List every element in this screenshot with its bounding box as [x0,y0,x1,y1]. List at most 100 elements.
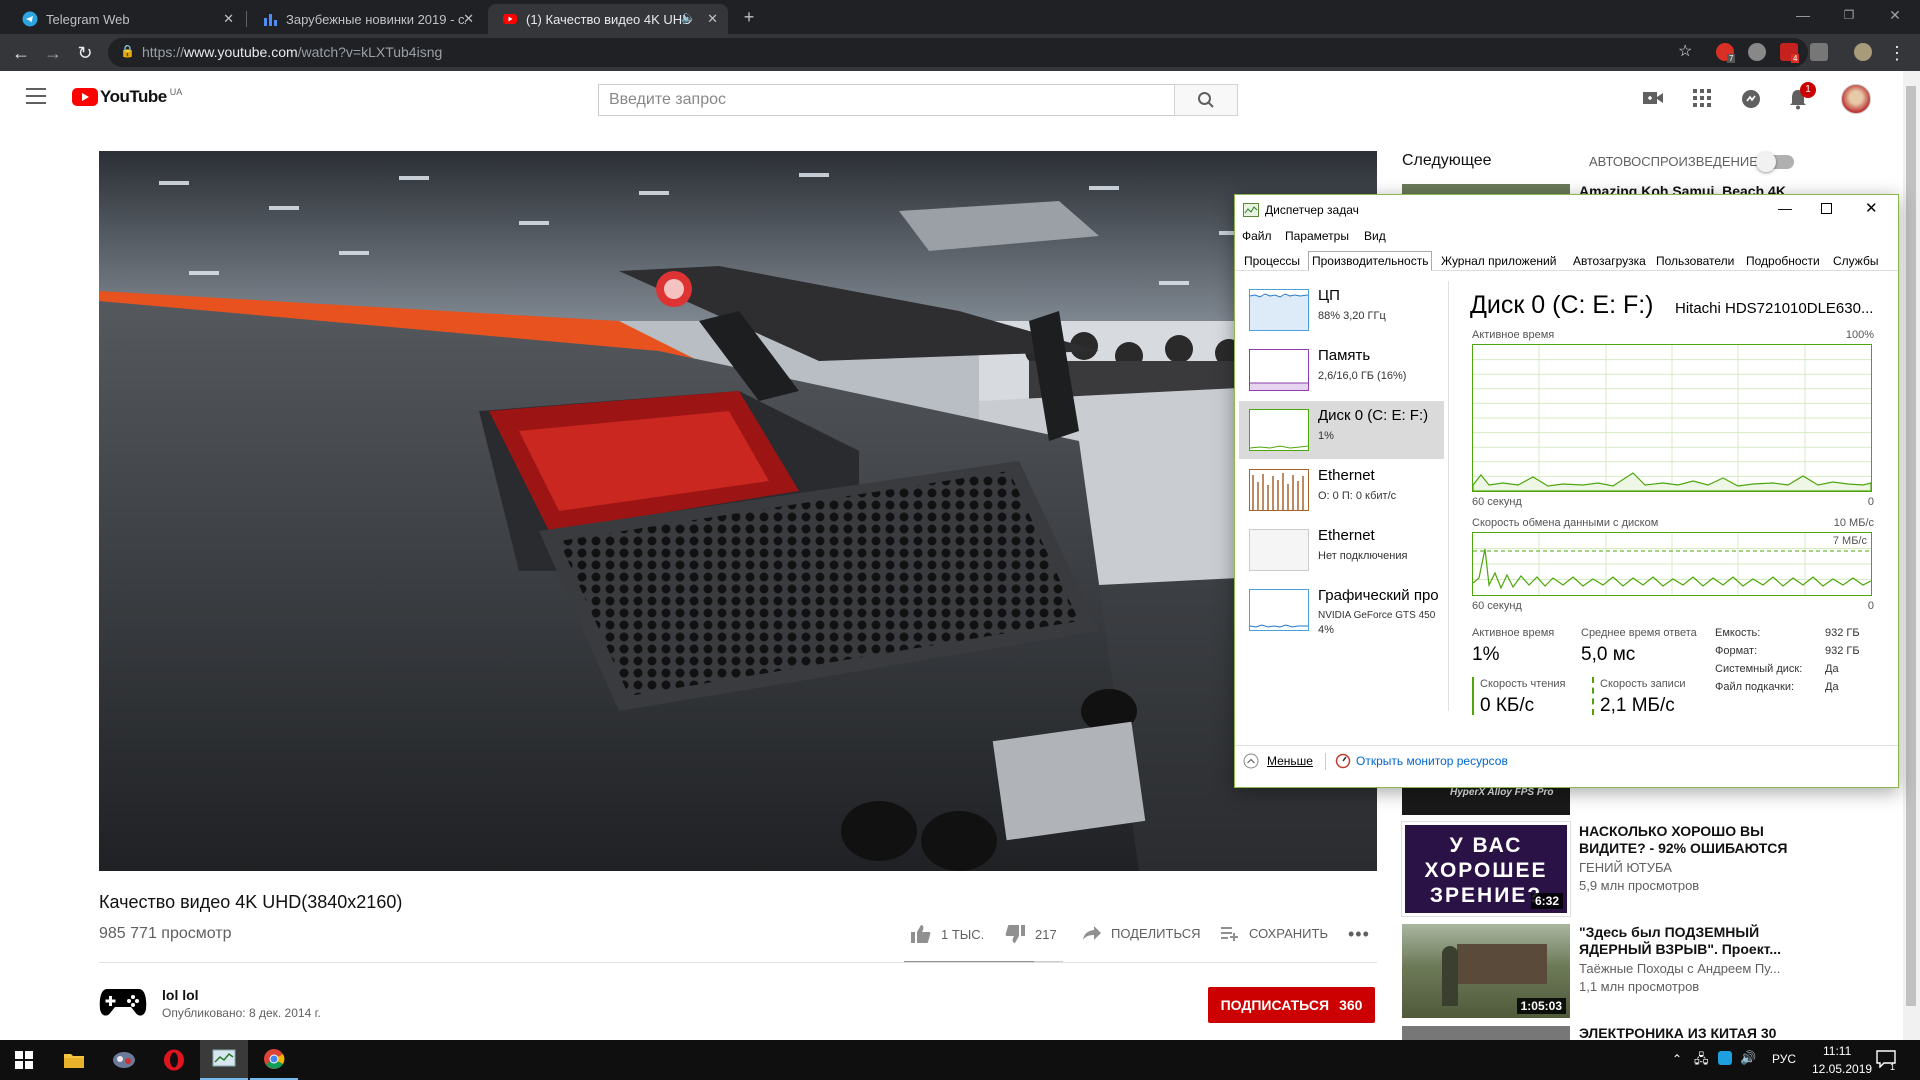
resource-gpu[interactable]: Графический про NVIDIA GeForce GTS 450 4… [1239,581,1444,647]
ethernet-mini-graph [1249,469,1309,511]
show-hidden-icons[interactable]: ⌃ [1672,1052,1682,1066]
opera-button[interactable] [150,1040,198,1080]
bookmark-star-icon[interactable]: ☆ [1678,41,1692,61]
address-bar[interactable]: 🔒 https://www.youtube.com/watch?v=kLXTub… [108,38,1808,67]
menu-view[interactable]: Вид [1364,229,1386,243]
chrome-menu-icon[interactable]: ⋮ [1886,42,1908,64]
minimize-button[interactable]: — [1778,200,1792,216]
clock-time[interactable]: 11:11 [1823,1044,1851,1058]
app-button[interactable] [100,1040,148,1080]
menu-file[interactable]: Файл [1242,229,1272,243]
task-manager-titlebar[interactable]: Диспетчер задач — ✕ [1235,195,1898,225]
more-actions-icon[interactable]: ••• [1348,924,1370,945]
prop-value: 932 ГБ [1825,627,1860,639]
resource-disk[interactable]: Диск 0 (C: E: F:) 1% [1239,401,1444,459]
rec-thumbnail[interactable]: 1:05:03 [1402,924,1570,1018]
menu-icon[interactable] [26,88,46,104]
language-indicator[interactable]: РУС [1772,1052,1796,1066]
back-button[interactable]: ← [10,42,32,64]
chrome-taskbar-button[interactable] [250,1040,298,1080]
profile-avatar[interactable] [1854,43,1872,61]
youtube-logo[interactable]: YouTube UA [72,87,182,107]
rec-thumbnail-hyperx[interactable]: HyperX Alloy FPS Pro [1402,785,1570,815]
share-button[interactable]: ПОДЕЛИТЬСЯ [1082,925,1200,941]
autoplay-toggle[interactable] [1756,152,1794,172]
stat-value: 5,0 мс [1581,644,1636,665]
tab-youtube[interactable]: (1) Качество видео 4K UHD( 🔈 ✕ [488,4,728,34]
rec-channel[interactable]: Таёжные Походы с Андреем Пу... [1579,961,1780,976]
dislike-button[interactable]: 217 [1004,924,1057,944]
resource-ethernet-1[interactable]: Ethernet О: 0 П: 0 кбит/с [1239,461,1444,519]
lock-icon: 🔒 [120,44,135,58]
tab-processes[interactable]: Процессы [1241,253,1303,269]
tab-title: (1) Качество видео 4K UHD( [526,11,691,27]
file-explorer-button[interactable] [50,1040,98,1080]
read-indicator [1472,677,1474,715]
rec-thumbnail[interactable]: У ВАС ХОРОШЕЕ ЗРЕНИЕ? 6:32 [1401,821,1571,917]
tab-services[interactable]: Службы [1830,253,1881,269]
close-tab-icon[interactable]: ✕ [463,11,474,27]
tab-details[interactable]: Подробности [1743,253,1823,269]
start-button[interactable] [0,1040,48,1080]
resource-cpu[interactable]: ЦП 88% 3,20 ГГц [1239,281,1444,339]
channel-name[interactable]: lol lol [162,987,199,1003]
user-avatar[interactable] [1841,84,1871,114]
subscribe-button[interactable]: ПОДПИСАТЬСЯ 360 [1208,987,1375,1023]
minimize-window-button[interactable]: — [1780,0,1826,30]
apps-grid-icon[interactable] [1692,88,1712,113]
rec-thumbnail[interactable] [1402,1026,1570,1040]
resource-detail: 4% [1318,624,1334,636]
close-window-button[interactable]: ✕ [1872,0,1918,30]
stat-label: Среднее время ответа [1581,627,1697,639]
disk-mini-graph [1249,409,1309,451]
search-input[interactable]: Введите запрос [598,84,1174,116]
menu-options[interactable]: Параметры [1285,229,1349,243]
extension-icon[interactable] [1810,43,1828,61]
rec-views: 5,9 млн просмотров [1579,878,1700,893]
reload-button[interactable]: ↻ [74,42,96,64]
close-button[interactable]: ✕ [1865,199,1878,217]
tab-telegram[interactable]: Telegram Web ✕ [8,4,244,34]
channel-avatar[interactable] [99,981,147,1026]
tray-app-icon[interactable] [1718,1051,1732,1065]
clock-date[interactable]: 12.05.2019 [1812,1062,1872,1076]
ethernet-mini-graph [1249,529,1309,571]
rec-title[interactable]: НАСКОЛЬКО ХОРОШО ВЫ ВИДИТЕ? - 92% ОШИБАЮ… [1579,823,1809,857]
video-player[interactable] [99,151,1377,871]
forward-button[interactable]: → [42,42,64,64]
audio-playing-icon[interactable]: 🔈 [681,10,696,24]
search-button[interactable] [1174,84,1238,116]
like-button[interactable]: 1 ТЫС. [910,924,984,944]
new-tab-button[interactable]: + [738,6,760,28]
add-to-playlist-icon [1221,927,1238,941]
fewer-details-button[interactable]: Меньше [1243,753,1313,769]
save-button[interactable]: СОХРАНИТЬ [1220,925,1328,941]
close-tab-icon[interactable]: ✕ [223,11,234,27]
scrollbar-thumb[interactable] [1906,86,1916,1006]
tab-app-history[interactable]: Журнал приложений [1438,253,1559,269]
maximize-button[interactable] [1821,203,1832,214]
youtube-header: YouTube UA Введите запрос 1 [0,71,1920,127]
rec-title[interactable]: "Здесь был ПОДЗЕМНЫЙ ЯДЕРНЫЙ ВЗРЫВ". Про… [1579,924,1809,958]
create-video-icon[interactable] [1642,88,1664,113]
tab-users[interactable]: Пользователи [1653,253,1737,269]
resource-detail: 2,6/16,0 ГБ (16%) [1318,370,1407,382]
divider [1325,753,1326,770]
url-text[interactable]: https://www.youtube.com/watch?v=kLXTub4i… [142,44,442,60]
graph-threshold-label: 7 МБ/с [1832,535,1867,547]
open-resource-monitor-link[interactable]: Открыть монитор ресурсов [1335,753,1508,769]
volume-icon[interactable]: 🔊 [1740,1050,1756,1066]
messages-icon[interactable] [1740,88,1762,115]
tab-novinki[interactable]: Зарубежные новинки 2019 - сл ✕ [248,4,484,34]
rec-channel[interactable]: ГЕНИЙ ЮТУБА [1579,860,1672,875]
restore-window-button[interactable]: ❐ [1826,0,1872,30]
task-manager-taskbar-button[interactable] [200,1040,248,1080]
globe-icon[interactable] [1748,43,1766,61]
tab-startup[interactable]: Автозагрузка [1570,253,1649,269]
tab-performance[interactable]: Производительность [1308,251,1433,271]
close-tab-icon[interactable]: ✕ [707,11,718,27]
resource-ethernet-2[interactable]: Ethernet Нет подключения [1239,521,1444,579]
resource-memory[interactable]: Память 2,6/16,0 ГБ (16%) [1239,341,1444,399]
task-manager-window[interactable]: Диспетчер задач — ✕ Файл Параметры Вид П… [1234,194,1899,788]
network-icon[interactable]: 🖧 [1694,1050,1709,1072]
